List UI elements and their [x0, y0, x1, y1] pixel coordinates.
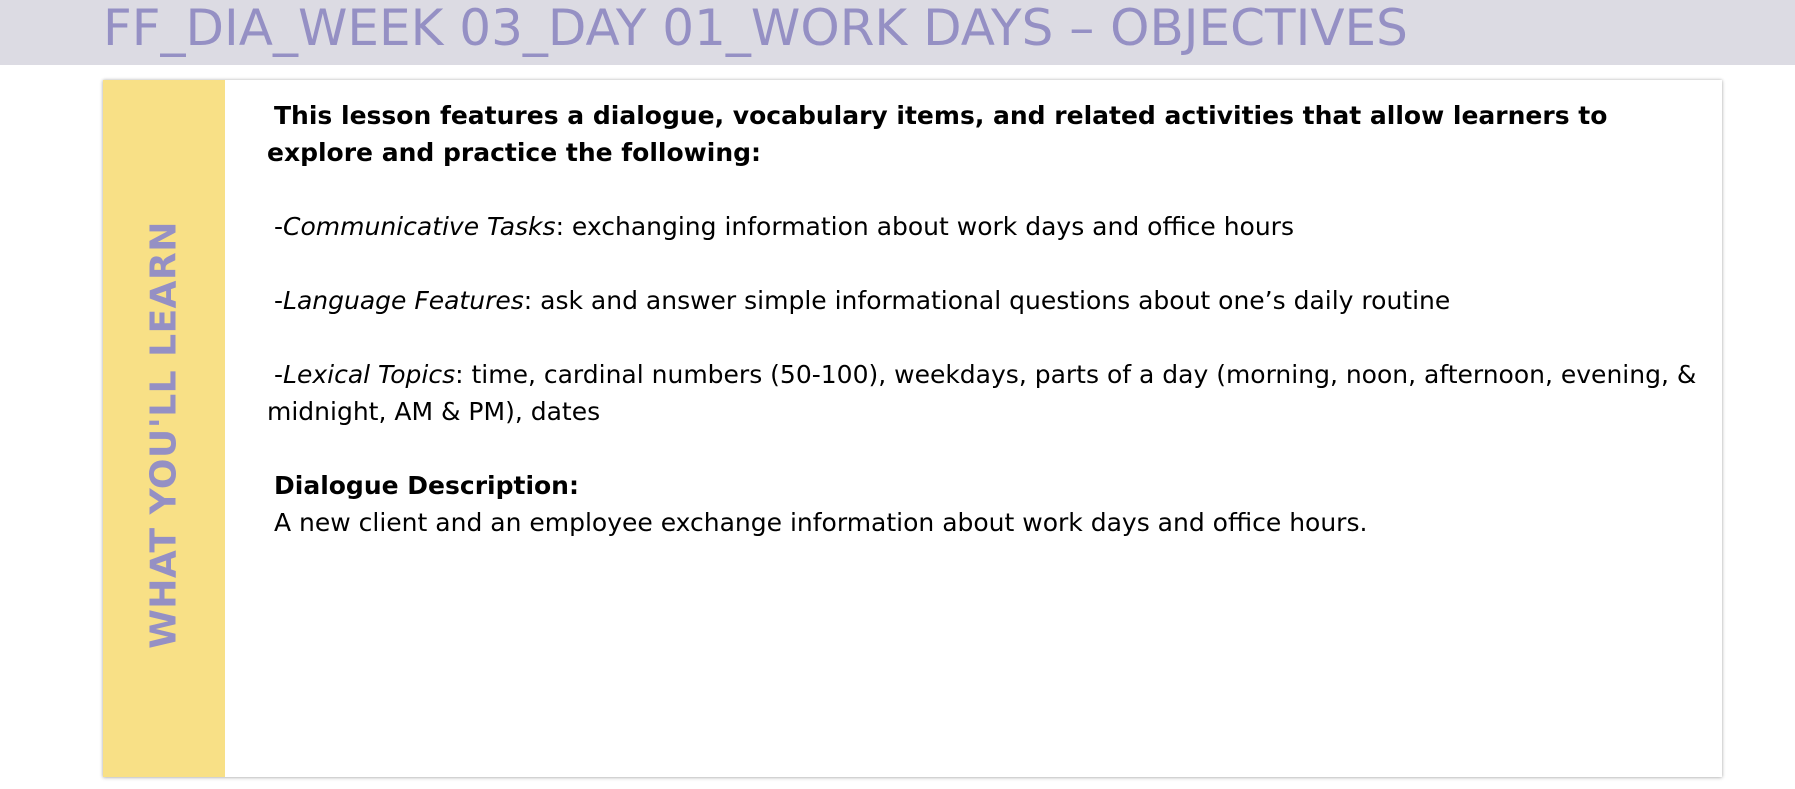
objectives-card: WHAT YOU'LL LEARN This lesson features a…	[103, 80, 1722, 777]
dialogue-description: A new client and an employee exchange in…	[274, 508, 1368, 537]
item-text: : exchanging information about work days…	[555, 212, 1294, 241]
objectives-content: This lesson features a dialogue, vocabul…	[267, 97, 1697, 541]
item-prefix: -	[274, 286, 284, 315]
intro-text: This lesson features a dialogue, vocabul…	[267, 101, 1608, 167]
item-term: Lexical Topics	[283, 360, 456, 389]
item-term: Communicative Tasks	[283, 212, 556, 241]
header-band: FF_DIA_WEEK 03_DAY 01_WORK DAYS – OBJECT…	[0, 0, 1795, 65]
objective-communicative-tasks: -Communicative Tasks: exchanging informa…	[267, 208, 1697, 245]
side-bar: WHAT YOU'LL LEARN	[103, 80, 225, 777]
objective-language-features: -Language Features: ask and answer simpl…	[267, 282, 1697, 319]
objective-lexical-topics: -Lexical Topics: time, cardinal numbers …	[267, 356, 1697, 430]
item-text: : time, cardinal numbers (50-100), weekd…	[267, 360, 1697, 426]
item-term: Language Features	[283, 286, 524, 315]
dialogue-heading: Dialogue Description:	[274, 471, 579, 500]
item-text: : ask and answer simple informational qu…	[523, 286, 1451, 315]
page-title: FF_DIA_WEEK 03_DAY 01_WORK DAYS – OBJECT…	[103, 0, 1408, 57]
item-prefix: -	[274, 212, 284, 241]
side-label: WHAT YOU'LL LEARN	[143, 221, 185, 649]
item-prefix: -	[274, 360, 284, 389]
